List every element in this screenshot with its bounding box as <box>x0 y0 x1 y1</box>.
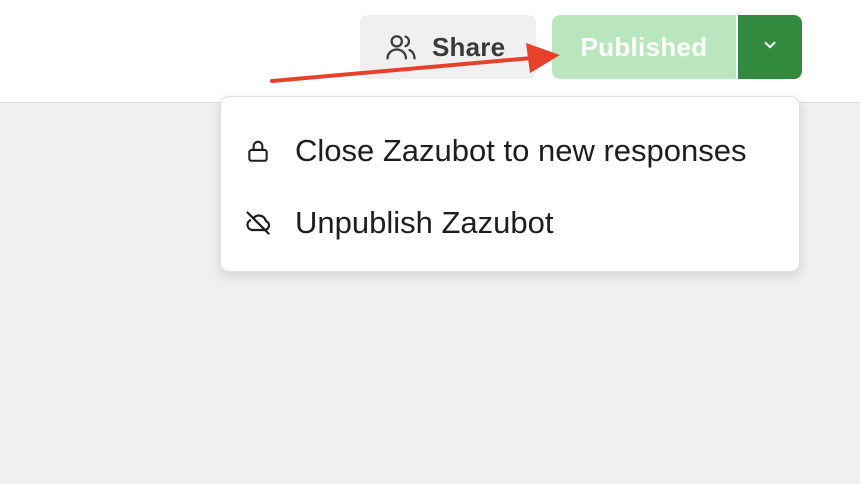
chevron-down-icon <box>761 36 779 59</box>
menu-item-unpublish[interactable]: Unpublish Zazubot <box>221 188 799 258</box>
top-bar: Share Published <box>0 0 860 103</box>
share-label: Share <box>432 31 506 62</box>
menu-item-label: Unpublish Zazubot <box>295 205 554 240</box>
publish-dropdown-toggle[interactable] <box>738 15 802 79</box>
share-button[interactable]: Share <box>360 15 536 79</box>
menu-item-close-responses[interactable]: Close Zazubot to new responses <box>221 116 799 186</box>
users-icon <box>384 30 418 64</box>
publish-options-menu: Close Zazubot to new responses Unpublish… <box>220 96 800 272</box>
lock-icon <box>243 136 273 166</box>
menu-item-label: Close Zazubot to new responses <box>295 133 747 168</box>
published-button[interactable]: Published <box>552 15 736 79</box>
cloud-off-icon <box>243 208 273 238</box>
